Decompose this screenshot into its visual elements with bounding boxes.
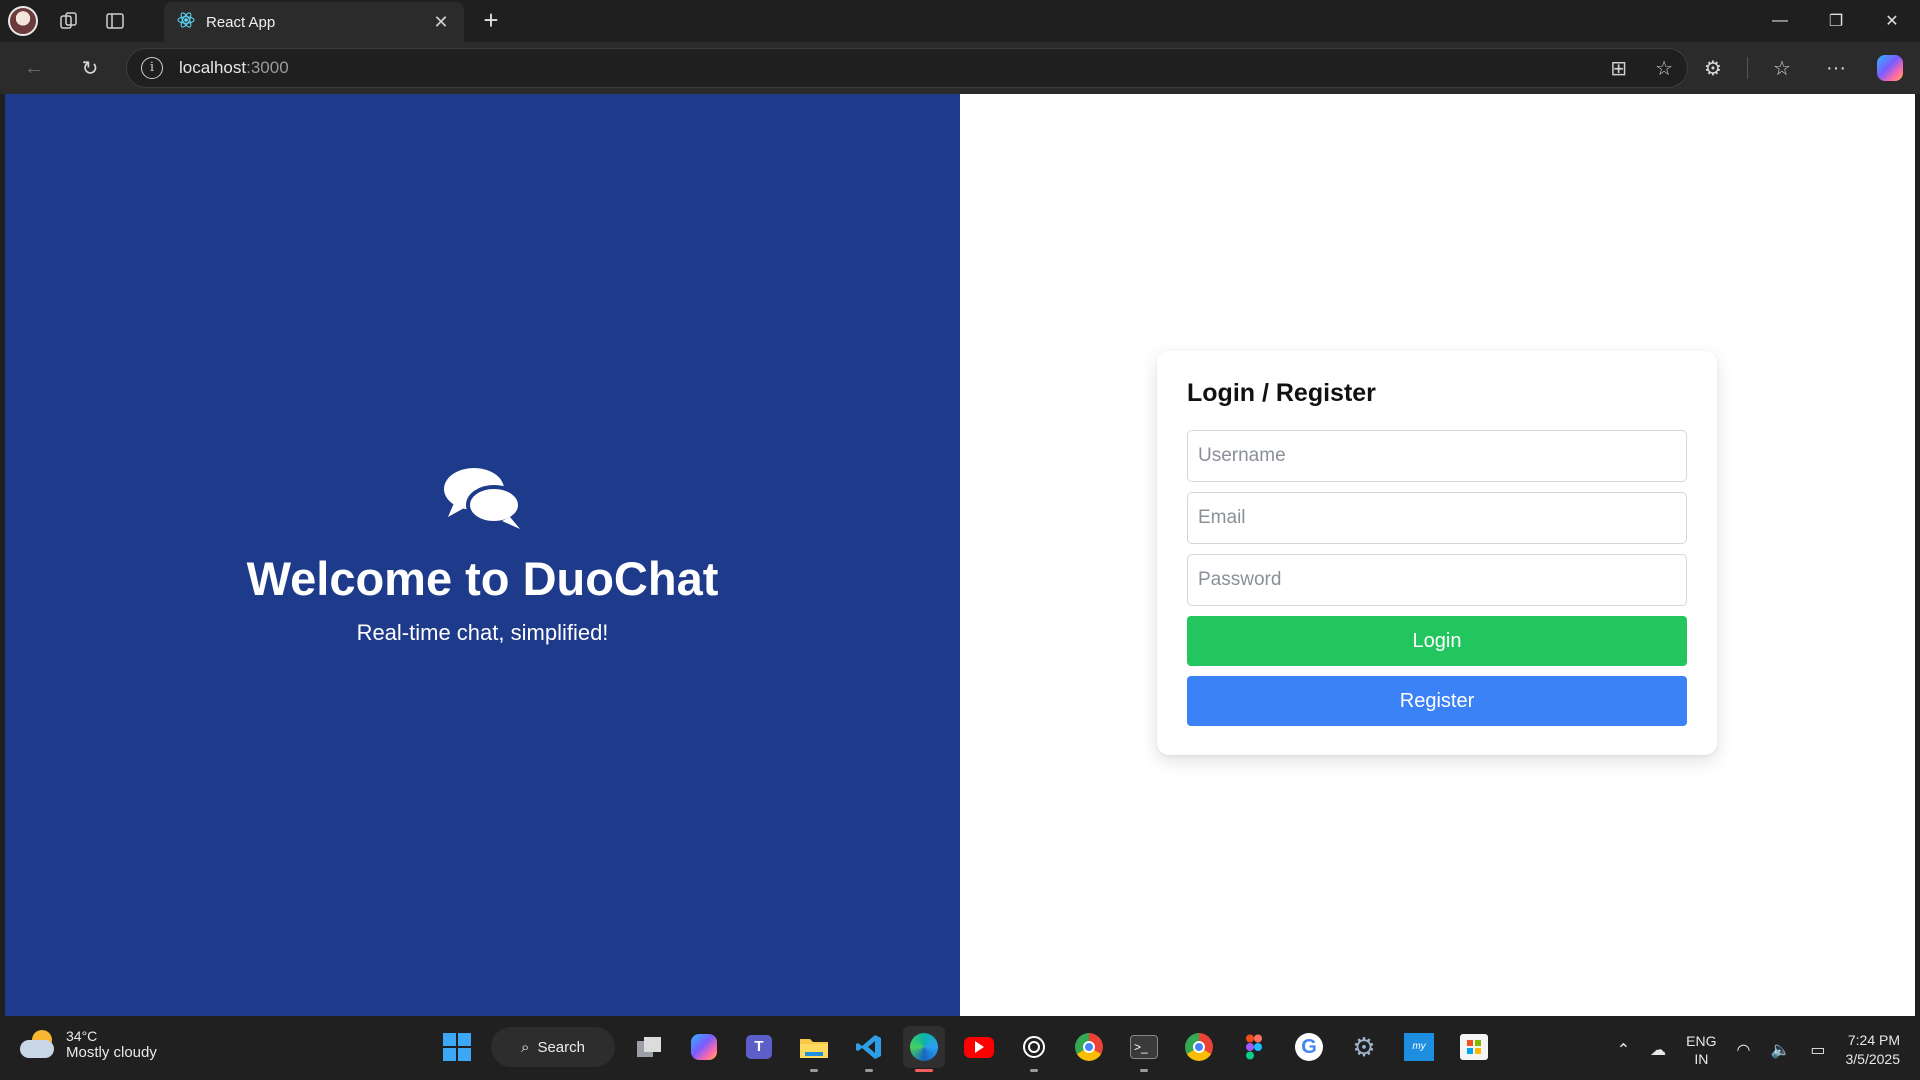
settings-icon[interactable]: ⚙: [1343, 1026, 1385, 1068]
minimize-button[interactable]: —: [1752, 0, 1808, 42]
email-input[interactable]: [1187, 492, 1687, 544]
clock-time: 7:24 PM: [1847, 1032, 1900, 1048]
username-input[interactable]: [1187, 430, 1687, 482]
system-clock[interactable]: 7:24 PM 3/5/2025: [1846, 1031, 1901, 1069]
reload-button[interactable]: ↻: [68, 48, 112, 88]
workspaces-icon[interactable]: [46, 0, 92, 42]
browser-title-bar: React App ✕ + — ❐ ✕: [0, 0, 1920, 42]
weather-widget[interactable]: 34°C Mostly cloudy: [20, 1028, 157, 1061]
file-explorer-icon[interactable]: [793, 1026, 835, 1072]
register-button[interactable]: Register: [1187, 676, 1687, 726]
vertical-tabs-icon[interactable]: [92, 0, 138, 42]
terminal-icon[interactable]: >_: [1123, 1026, 1165, 1072]
vscode-icon[interactable]: [848, 1026, 890, 1072]
chrome-profile-icon[interactable]: [1178, 1026, 1220, 1068]
copilot-icon[interactable]: [1870, 48, 1910, 88]
weather-temp: 34°C: [66, 1028, 98, 1044]
back-button[interactable]: ←: [12, 48, 56, 88]
google-icon[interactable]: G: [1288, 1026, 1330, 1068]
auth-panel: Login / Register Login Register: [960, 94, 1915, 1016]
myhp-icon[interactable]: my: [1398, 1026, 1440, 1068]
weather-desc: Mostly cloudy: [66, 1044, 157, 1061]
password-input[interactable]: [1187, 554, 1687, 606]
figma-icon[interactable]: [1233, 1026, 1275, 1068]
extensions-icon[interactable]: ⚙: [1693, 48, 1733, 88]
microsoft-store-icon[interactable]: [1453, 1026, 1495, 1068]
youtube-icon[interactable]: [958, 1026, 1000, 1068]
tab-title: React App: [206, 13, 276, 31]
toolbar-divider: [1747, 57, 1748, 79]
language-code: ENG: [1686, 1033, 1717, 1049]
onedrive-icon[interactable]: ☁: [1650, 1040, 1666, 1060]
volume-icon[interactable]: 🔈: [1770, 1040, 1790, 1060]
url-host: localhost: [179, 58, 247, 77]
restore-button[interactable]: ❐: [1808, 0, 1864, 42]
browser-toolbar: ← ↻ i localhost:3000 ⊞ ☆ ⚙ ☆ ···: [0, 42, 1920, 94]
teams-icon[interactable]: T: [738, 1026, 780, 1068]
auth-heading: Login / Register: [1187, 379, 1376, 407]
task-view-icon[interactable]: [628, 1026, 670, 1068]
chat-bubbles-icon: [442, 465, 524, 531]
close-tab-icon[interactable]: ✕: [430, 12, 452, 33]
windows-taskbar: 34°C Mostly cloudy ⌕ Search T >_ G ⚙ my …: [0, 1020, 1920, 1080]
close-window-button[interactable]: ✕: [1864, 0, 1920, 42]
site-info-icon[interactable]: i: [141, 57, 163, 79]
welcome-title: Welcome to DuoChat: [246, 551, 719, 605]
region-code: IN: [1694, 1051, 1709, 1067]
favorites-icon[interactable]: ☆: [1762, 48, 1802, 88]
start-button[interactable]: [436, 1026, 478, 1068]
welcome-panel: Welcome to DuoChat Real-time chat, simpl…: [5, 94, 960, 1016]
favorite-star-icon[interactable]: ☆: [1655, 56, 1673, 81]
edge-icon[interactable]: [903, 1026, 945, 1072]
url-port: :3000: [246, 58, 289, 77]
more-menu-icon[interactable]: ···: [1816, 48, 1856, 88]
react-logo-icon: [176, 10, 196, 34]
tagline: Real-time chat, simplified!: [356, 619, 609, 645]
copilot-app-icon[interactable]: [683, 1026, 725, 1068]
partly-cloudy-icon: [20, 1029, 56, 1060]
battery-icon[interactable]: ▭: [1810, 1040, 1825, 1060]
language-indicator[interactable]: ENG IN: [1686, 1032, 1716, 1068]
address-bar[interactable]: i localhost:3000 ⊞ ☆: [126, 48, 1688, 88]
profile-avatar[interactable]: [0, 0, 46, 42]
search-label: Search: [537, 1038, 585, 1056]
windows-logo-icon: [443, 1033, 471, 1061]
search-icon: ⌕: [521, 1038, 530, 1056]
chatgpt-icon[interactable]: [1013, 1026, 1055, 1072]
chrome-icon[interactable]: [1068, 1026, 1110, 1068]
wifi-icon[interactable]: ◠: [1736, 1040, 1750, 1060]
taskbar-search[interactable]: ⌕ Search: [491, 1027, 615, 1067]
clock-date: 3/5/2025: [1845, 1051, 1901, 1067]
auth-card: Login / Register Login Register: [1157, 351, 1717, 755]
new-tab-button[interactable]: +: [476, 6, 506, 36]
tab-react-app[interactable]: React App ✕: [164, 2, 464, 42]
app-available-icon[interactable]: ⊞: [1610, 56, 1627, 81]
login-button[interactable]: Login: [1187, 616, 1687, 666]
chevron-up-icon[interactable]: ⌃: [1617, 1040, 1630, 1060]
web-page: Welcome to DuoChat Real-time chat, simpl…: [5, 94, 1915, 1016]
